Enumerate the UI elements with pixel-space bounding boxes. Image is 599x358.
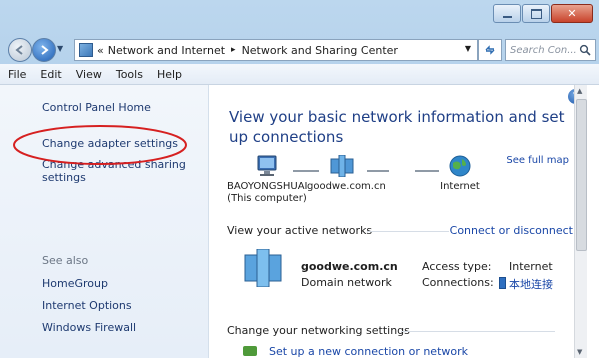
menu-edit[interactable]: Edit bbox=[33, 68, 68, 81]
main-pane: ? View your basic network information an… bbox=[209, 85, 587, 358]
menu-tools[interactable]: Tools bbox=[109, 68, 150, 81]
connector-line-2 bbox=[367, 170, 389, 172]
menu-file[interactable]: File bbox=[0, 68, 33, 81]
breadcrumb-network-sharing-center[interactable]: Network and Sharing Center bbox=[242, 44, 398, 57]
internet-label: Internet bbox=[440, 181, 480, 192]
internet-node[interactable]: Internet bbox=[435, 155, 485, 193]
new-connection-icon bbox=[243, 346, 257, 356]
network-folder-icon bbox=[79, 43, 93, 57]
close-icon: ✕ bbox=[567, 7, 577, 20]
scroll-up-icon[interactable]: ▲ bbox=[577, 87, 582, 95]
breadcrumb-separator[interactable]: ▸ bbox=[231, 45, 236, 55]
domain-network-large-icon bbox=[244, 249, 282, 287]
windows-firewall-link[interactable]: Windows Firewall bbox=[42, 321, 136, 334]
search-box[interactable]: Search Con... bbox=[505, 39, 596, 61]
vertical-scrollbar[interactable]: ▲ ▼ bbox=[574, 85, 587, 358]
back-button[interactable] bbox=[8, 38, 32, 62]
connect-disconnect-link[interactable]: Connect or disconnect bbox=[450, 224, 573, 237]
connector-line-1 bbox=[293, 170, 319, 172]
menu-view[interactable]: View bbox=[69, 68, 109, 81]
minimize-icon bbox=[502, 15, 512, 18]
maximize-button[interactable] bbox=[522, 4, 550, 23]
maximize-icon bbox=[530, 8, 542, 19]
homegroup-link[interactable]: HomeGroup bbox=[42, 277, 108, 290]
address-prefix[interactable]: « bbox=[97, 44, 104, 57]
network-type: Domain network bbox=[301, 276, 392, 289]
control-panel-home-link[interactable]: Control Panel Home bbox=[42, 101, 151, 114]
internet-options-link[interactable]: Internet Options bbox=[42, 299, 132, 312]
domain-network-icon bbox=[330, 155, 354, 177]
caption-buttons: ✕ bbox=[493, 4, 593, 23]
refresh-button[interactable] bbox=[478, 39, 502, 61]
see-full-map-link[interactable]: See full map bbox=[506, 155, 569, 166]
minimize-button[interactable] bbox=[493, 4, 521, 23]
computer-sub: (This computer) bbox=[227, 193, 307, 204]
content-area: Control Panel Home Change adapter settin… bbox=[0, 85, 599, 358]
computer-node[interactable]: BAOYONGSHUAI (This computer) bbox=[227, 155, 308, 205]
computer-icon bbox=[257, 155, 277, 176]
active-networks-heading: View your active networks bbox=[227, 224, 373, 237]
active-networks-rule bbox=[367, 231, 449, 232]
access-type-label: Access type: bbox=[422, 260, 492, 273]
address-dropdown-icon[interactable]: ▼ bbox=[465, 44, 471, 53]
highlight-ellipse bbox=[13, 125, 187, 165]
back-arrow-icon bbox=[15, 45, 23, 55]
change-settings-heading: Change your networking settings bbox=[227, 324, 410, 337]
local-connection-link[interactable]: 本地连接 bbox=[509, 276, 553, 292]
left-pane: Control Panel Home Change adapter settin… bbox=[0, 85, 209, 358]
scroll-down-icon[interactable]: ▼ bbox=[577, 348, 582, 356]
connections-label: Connections: bbox=[422, 276, 494, 289]
breadcrumb-network-internet[interactable]: Network and Internet bbox=[108, 44, 225, 57]
forward-button[interactable] bbox=[32, 38, 56, 62]
computer-name: BAOYONGSHUAI bbox=[227, 181, 308, 192]
forward-arrow-icon bbox=[41, 45, 49, 55]
search-input[interactable]: Search Con... bbox=[510, 45, 577, 56]
history-dropdown-icon[interactable]: ▼ bbox=[57, 44, 63, 53]
page-title: View your basic network information and … bbox=[229, 108, 565, 146]
connector-line-3 bbox=[415, 170, 439, 172]
search-icon[interactable] bbox=[579, 44, 591, 56]
window: ✕ ▼ « Network and Internet ▸ Network and… bbox=[0, 0, 599, 358]
address-bar-row: ▼ « Network and Internet ▸ Network and S… bbox=[8, 38, 596, 62]
change-settings-rule bbox=[401, 331, 555, 332]
domain-name: goodwe.com.cn bbox=[307, 181, 386, 192]
connection-status-icon bbox=[499, 277, 506, 289]
access-type-value: Internet bbox=[509, 260, 553, 273]
domain-node[interactable]: goodwe.com.cn bbox=[307, 155, 386, 193]
menu-bar: File Edit View Tools Help bbox=[0, 64, 599, 85]
close-button[interactable]: ✕ bbox=[551, 4, 593, 23]
scroll-thumb[interactable] bbox=[576, 99, 587, 251]
see-also-heading: See also bbox=[42, 254, 89, 267]
network-name: goodwe.com.cn bbox=[301, 260, 398, 273]
refresh-icon bbox=[485, 45, 495, 55]
new-connection-link[interactable]: Set up a new connection or network bbox=[269, 345, 468, 358]
globe-icon bbox=[449, 155, 471, 177]
address-field[interactable]: « Network and Internet ▸ Network and Sha… bbox=[74, 39, 478, 61]
menu-help[interactable]: Help bbox=[150, 68, 189, 81]
